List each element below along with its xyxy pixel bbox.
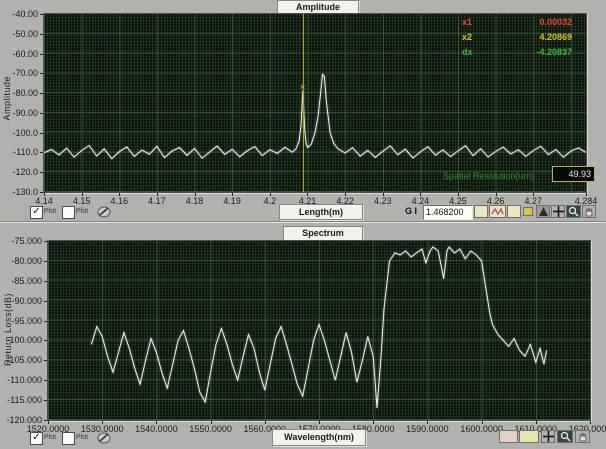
- top-x-axis-title: Length(m): [279, 204, 363, 220]
- bottom-plot0-label: Plot: [44, 432, 56, 443]
- y-tick-label: -75.000: [0, 236, 42, 246]
- spatial-resolution-label: Spatial Resolution(um): [443, 171, 534, 181]
- scale-button-icon[interactable]: [507, 205, 521, 218]
- y-tick-label: -90.000: [0, 296, 42, 306]
- y-tick-label: -80.00: [0, 88, 38, 98]
- bottom-plot1-visible-checkbox[interactable]: ✓: [62, 432, 75, 445]
- crosshair-tool-icon[interactable]: [541, 430, 555, 443]
- graph-cursor[interactable]: [303, 14, 304, 192]
- spectrum-plot-area[interactable]: [47, 240, 591, 421]
- y-tick-label: -120.0: [0, 167, 38, 177]
- y-tick-label: -100.000: [0, 335, 42, 345]
- instrument-window: { "window": { "bg": "#b1b1ae" }, "top_gr…: [0, 0, 606, 448]
- pan-tool-icon[interactable]: [582, 205, 596, 218]
- bottom-x-axis-title: Wavelength(nm): [272, 429, 366, 446]
- spatial-resolution-value: 49.93: [552, 166, 595, 182]
- y-tick-label: -85.000: [0, 276, 42, 286]
- cursor-legend-row: dx-4.20837: [462, 47, 572, 57]
- top-plot1-visible-checkbox[interactable]: ✓: [62, 206, 75, 219]
- pointer-tool-icon[interactable]: [536, 205, 550, 218]
- zoom-tool-icon[interactable]: [557, 430, 573, 443]
- y-tick-label: -60.00: [0, 49, 38, 59]
- section-divider: [0, 222, 606, 223]
- zoom-tool-icon[interactable]: [566, 205, 581, 218]
- y-tick-label: -110.000: [0, 375, 42, 385]
- group-index-label: G I: [405, 206, 417, 216]
- group-index-input[interactable]: 1.468200: [423, 205, 473, 220]
- bottom-plot1-label: Plot: [76, 432, 88, 443]
- y-tick-label: -100.0: [0, 128, 38, 138]
- scale-button-icon[interactable]: [474, 205, 488, 218]
- top-plot0-visible-checkbox[interactable]: ✓: [30, 206, 43, 219]
- cursor-legend-row: x10.00032: [462, 17, 572, 27]
- top-plot0-label: Plot: [44, 206, 56, 217]
- scale-button-icon[interactable]: [499, 430, 518, 443]
- y-tick-label: -40.00: [0, 9, 38, 19]
- y-tick-label: -50.00: [0, 29, 38, 39]
- cursor-marker-icon[interactable]: ×: [300, 83, 305, 91]
- scale-button-icon[interactable]: [519, 430, 539, 443]
- x-tick-label: 1550.0000: [181, 424, 241, 434]
- y-tick-label: -80.000: [0, 256, 42, 266]
- y-tick-label: -115.000: [0, 395, 42, 405]
- scale-zigzag-icon[interactable]: [489, 205, 506, 218]
- y-tick-label: -95.000: [0, 316, 42, 326]
- brush-icon[interactable]: [96, 431, 112, 444]
- y-tick-label: -70.00: [0, 68, 38, 78]
- bottom-graph-title: Spectrum: [283, 226, 363, 241]
- y-tick-label: -90.00: [0, 108, 38, 118]
- pan-tool-icon[interactable]: [575, 430, 590, 443]
- autoscale-icon[interactable]: [523, 207, 533, 216]
- amplitude-plot-area[interactable]: × x10.00032 x24.20869 dx-4.20837 Spatial R…: [43, 13, 587, 193]
- spectrum-trace: [48, 241, 590, 420]
- crosshair-tool-icon[interactable]: [551, 205, 565, 218]
- brush-icon[interactable]: [96, 205, 112, 218]
- y-tick-label: -105.000: [0, 355, 42, 365]
- bottom-plot0-visible-checkbox[interactable]: ✓: [30, 432, 43, 445]
- top-plot1-label: Plot: [76, 206, 88, 217]
- y-tick-label: -110.0: [0, 147, 38, 157]
- x-tick-label: 1590.0000: [397, 424, 457, 434]
- cursor-legend-row: x24.20869: [462, 32, 572, 42]
- x-tick-label: 1540.0000: [126, 424, 186, 434]
